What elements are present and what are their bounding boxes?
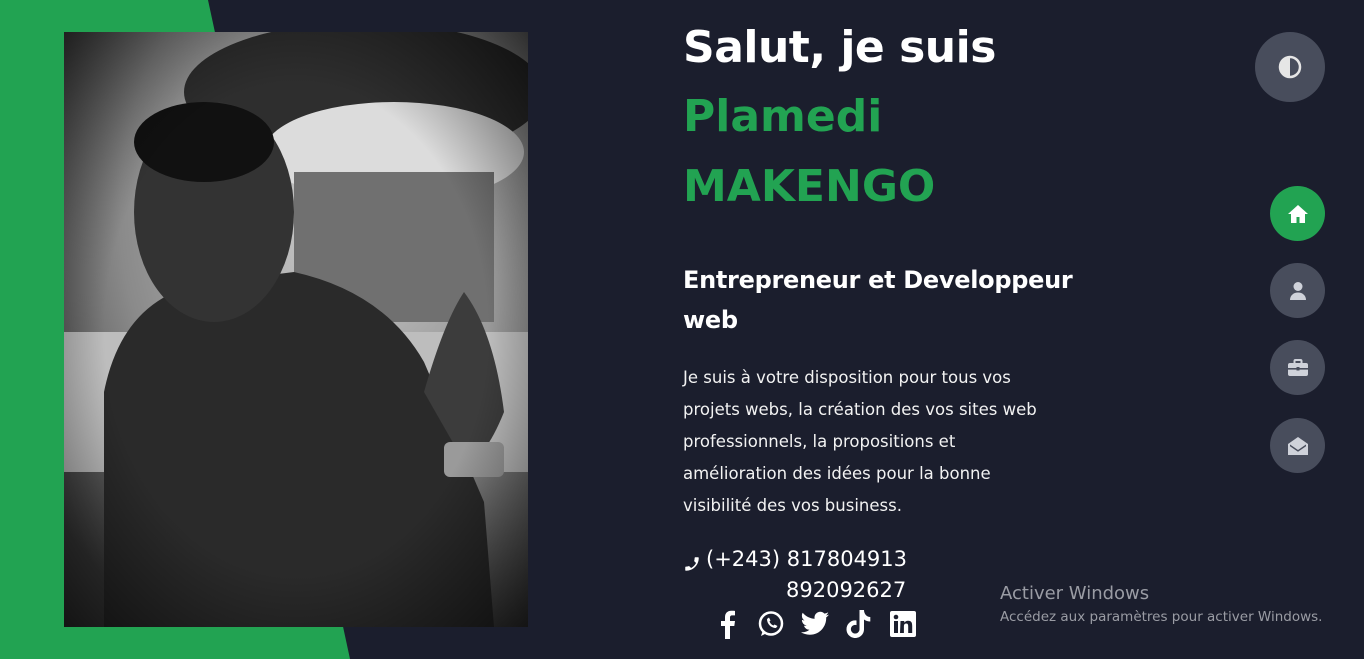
description: Je suis à votre disposition pour tous vo… [683, 368, 1037, 515]
last-name: MAKENGO [683, 161, 936, 212]
nav-about-button[interactable] [1270, 263, 1325, 318]
hero-content: Salut, je suis Plamedi MAKENGO Entrepren… [683, 20, 1103, 606]
home-icon [1287, 204, 1308, 223]
twitter-icon[interactable] [800, 608, 830, 640]
greeting-heading: Salut, je suis [683, 22, 996, 73]
phone-icon [683, 551, 701, 571]
user-icon [1289, 281, 1306, 300]
theme-toggle-button[interactable] [1255, 32, 1325, 102]
briefcase-icon [1287, 358, 1308, 376]
social-links [712, 608, 918, 640]
windows-activation-watermark: Activer Windows Accédez aux paramètres p… [1000, 582, 1322, 628]
nav-contact-button[interactable] [1270, 418, 1325, 473]
tiktok-icon[interactable] [844, 608, 874, 640]
whatsapp-icon[interactable] [756, 608, 786, 640]
linkedin-icon[interactable] [888, 608, 918, 640]
phone-prefix: (+243) [706, 547, 781, 571]
watermark-title: Activer Windows [1000, 583, 1150, 604]
contrast-icon [1278, 55, 1302, 79]
facebook-icon[interactable] [712, 608, 742, 640]
watermark-subtitle: Accédez aux paramètres pour activer Wind… [1000, 609, 1323, 625]
profile-photo [64, 32, 528, 627]
nav-portfolio-button[interactable] [1270, 340, 1325, 395]
role-title: Entrepreneur et Developpeur web [683, 266, 1073, 334]
envelope-open-icon [1287, 436, 1308, 455]
phone-number-1[interactable]: 817804913 [787, 544, 907, 575]
first-name: Plamedi [683, 91, 883, 142]
nav-home-button[interactable] [1270, 186, 1325, 241]
